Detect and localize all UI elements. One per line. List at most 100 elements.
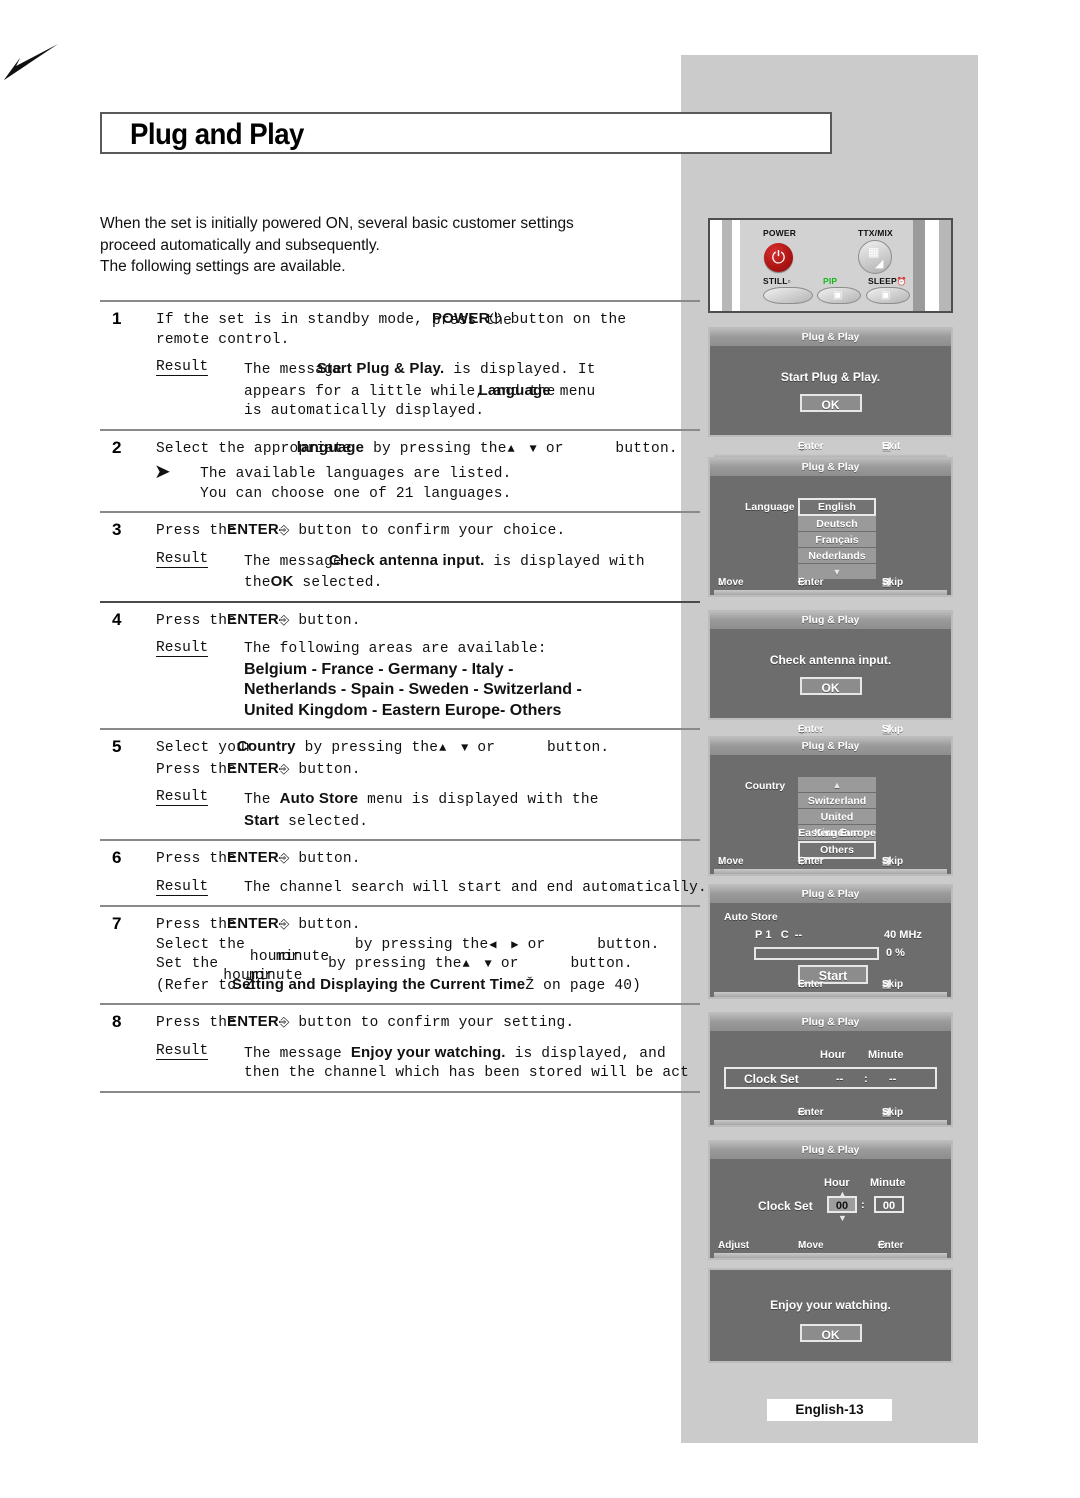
hour-header: Hour	[820, 1049, 846, 1061]
text: is displayed, and	[505, 1045, 666, 1062]
hour-field[interactable]: 00	[827, 1196, 857, 1213]
text: button.	[538, 740, 610, 756]
text: button.	[561, 956, 633, 972]
bold-cross-ref: Setting and Displaying the Current Time	[231, 975, 526, 993]
enter-icon: ⎆	[278, 1015, 290, 1030]
up-arrow-icon: ▲	[462, 957, 470, 971]
ttx-mix-button[interactable]: ▦ ◢	[858, 240, 892, 274]
down-arrow-icon: ▼	[484, 957, 492, 971]
country-option-list[interactable]: ▲ Switzerland United Kingdom Eastern Eur…	[798, 777, 876, 859]
skip-label: Skip	[882, 1107, 904, 1118]
intro-line-3: The following settings are available.	[100, 258, 346, 275]
result-line-3: is automatically displayed.	[244, 403, 485, 419]
step-8-line-1: Press the ENTER⎆ button to confirm your …	[156, 1012, 700, 1034]
country-option-united-kingdom[interactable]: United Kingdom	[798, 809, 876, 839]
result-line-1: The channel search will start and end au…	[244, 879, 707, 896]
text: menu	[550, 383, 596, 400]
step-number: 2	[112, 437, 122, 457]
text: button.	[289, 612, 361, 629]
pip-button[interactable]: ▣	[817, 287, 861, 304]
still-label: STILL▫	[763, 276, 791, 286]
step-5-result: Result The Auto Store menu is displayed …	[156, 789, 700, 832]
result-line-1: The Auto Store menu is displayed with th…	[244, 789, 700, 811]
power-button[interactable]: ⏻	[764, 243, 793, 272]
osd-panel-language: Plug & Play Language English Deutsch Fra…	[708, 457, 953, 597]
step-6: 6 Press the ENTER⎆ button. Result The ch…	[100, 841, 707, 905]
language-option-francais[interactable]: Français	[798, 532, 876, 548]
step-8-result: Result The message Enjoy your watching. …	[156, 1043, 700, 1084]
language-option-nederlands[interactable]: Nederlands	[798, 548, 876, 564]
step-number: 6	[112, 848, 122, 867]
step-1-line-2: remote control.	[156, 331, 290, 348]
step-7-line-3: Set the hour or minute by pressing the ▲ ▼ …	[156, 955, 700, 984]
intro-paragraph: When the set is initially powered ON, se…	[100, 213, 680, 278]
pip-icon: ▣	[833, 290, 843, 301]
country-scroll-up-icon[interactable]: ▲	[798, 777, 876, 793]
language-option-english[interactable]: English	[798, 498, 876, 516]
country-option-eastern-europe[interactable]: Eastern Europe	[798, 825, 876, 841]
language-option-list[interactable]: English Deutsch Français Nederlands ▼	[798, 498, 876, 580]
step-3: 3 Press the ENTER⎆ button to confirm you…	[100, 513, 700, 601]
enter-icon: ⎆	[278, 612, 290, 628]
country-option-switzerland[interactable]: Switzerland	[798, 793, 876, 809]
clock-set-label: Clock Set	[744, 1072, 799, 1086]
result-label: Result	[156, 359, 209, 376]
clock-set-row[interactable]: Clock Set -- : --	[724, 1067, 937, 1089]
osd-footer: ↕ Move ⎆ Enter ▦ Skip	[710, 856, 951, 869]
exit-label: Exit	[882, 441, 901, 452]
text: button on the	[501, 312, 627, 328]
move-label: Move	[718, 856, 744, 867]
down-arrow-icon: ▼	[461, 741, 469, 755]
osd-title: Plug & Play	[710, 886, 951, 903]
enter-label: Enter	[798, 724, 824, 735]
step-6-result: Result The channel search will start and…	[156, 879, 707, 899]
ok-button[interactable]: OK	[799, 677, 862, 695]
minute-field[interactable]: 00	[874, 1196, 904, 1213]
step-7-line-4: (Refer to ŽSetting and Displaying the Cu…	[156, 975, 700, 997]
text: or	[536, 440, 573, 457]
result-line-2: the OK selected.	[244, 572, 700, 594]
text: or	[518, 936, 555, 953]
left-arrow-icon: ◀	[489, 937, 497, 952]
text: button.	[289, 917, 361, 933]
text: or	[468, 740, 505, 756]
text: is displayed. It	[444, 362, 596, 378]
osd-footer: ↕ Move ⎆ Enter ▦ Skip	[710, 577, 951, 590]
result-label: Result	[156, 1042, 209, 1060]
enter-label: Enter	[798, 979, 824, 990]
time-separator: :	[864, 1073, 868, 1085]
bold-start-plug-play: Start Plug & Play.	[316, 360, 445, 377]
text: is displayed with	[484, 553, 645, 570]
ok-button[interactable]: OK	[799, 1324, 862, 1342]
areas-line-2: Netherlands - Spain - Sweden - Switzerla…	[244, 681, 582, 698]
text: The message	[244, 1045, 351, 1062]
intro-line-1: When the set is initially powered ON, se…	[100, 215, 574, 232]
text: button to confirm your choice.	[289, 523, 566, 539]
osd-title: Plug & Play	[710, 459, 951, 476]
result-line-1: The message Enjoy your watching. is disp…	[244, 1043, 700, 1065]
country-label: Country	[745, 780, 786, 792]
enter-label: Enter	[798, 856, 824, 867]
sleep-button[interactable]: ▣	[866, 287, 910, 304]
enter-icon: ⎆	[278, 523, 290, 538]
bold-country: Country	[236, 738, 296, 755]
program-value: 1	[765, 929, 772, 941]
hour-down-arrow-icon[interactable]: ▼	[838, 1213, 847, 1223]
still-button[interactable]	[763, 287, 813, 304]
bold-enter: ENTER	[227, 521, 279, 538]
language-option-deutsch[interactable]: Deutsch	[798, 516, 876, 532]
text: button.	[606, 440, 678, 457]
text: button.	[289, 761, 361, 778]
ok-button[interactable]: OK	[799, 394, 862, 412]
bold-enter: ENTER	[227, 915, 279, 932]
bold-ok: OK	[270, 573, 294, 590]
divider	[100, 1090, 700, 1093]
intro-line-2: proceed automatically and subsequently.	[100, 236, 380, 254]
step-8: 8 Press the ENTER⎆ button to confirm you…	[100, 1005, 700, 1091]
move-label: Move	[718, 577, 744, 588]
still-box-icon: ▫	[787, 277, 791, 286]
result-line-2: then the channel which has been stored w…	[244, 1065, 690, 1081]
osd-panel-clock-set-value: Plug & Play Hour Minute Clock Set ▲ 00 ▼…	[708, 1140, 953, 1260]
step-number: 5	[112, 737, 122, 756]
move-label: Move	[798, 1240, 824, 1251]
